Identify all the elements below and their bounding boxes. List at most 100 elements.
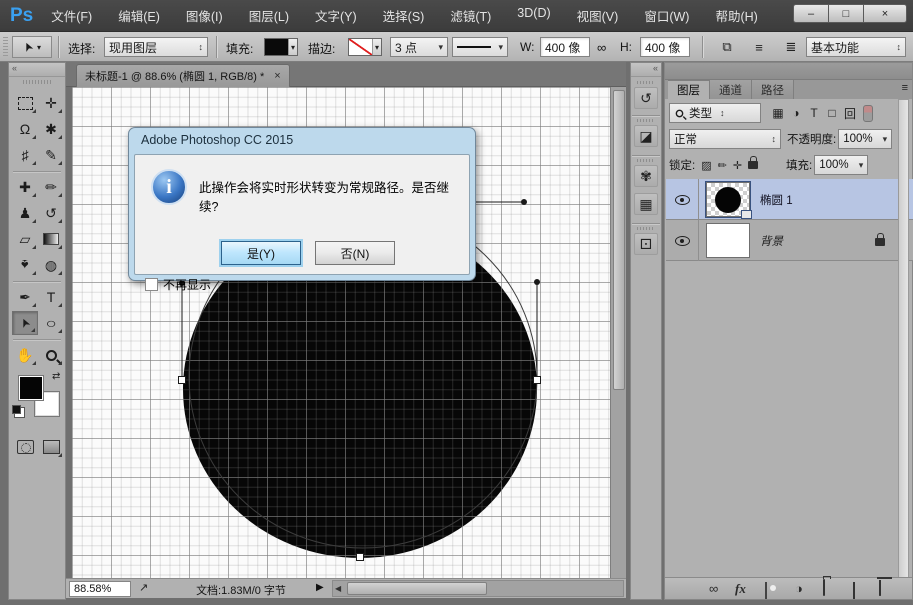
tool-gradient[interactable] <box>38 227 64 251</box>
maximize-button[interactable]: □ <box>828 4 863 23</box>
status-expand-icon[interactable]: ▶ <box>316 582 324 593</box>
zoom-level-input[interactable]: 88.58% <box>69 581 131 597</box>
layer-style-icon[interactable]: fx <box>735 581 746 597</box>
tool-clone-stamp[interactable]: ♟ <box>12 201 38 225</box>
filter-adjustment-layers-button[interactable]: ◑ <box>787 106 805 120</box>
workspace-switcher[interactable]: 基本功能↕ <box>806 37 906 57</box>
scroll-left-icon[interactable]: ◀ <box>335 584 341 593</box>
menu-select[interactable]: 选择(S) <box>383 6 425 25</box>
tool-eraser[interactable]: ▱ <box>12 227 38 251</box>
vertical-scrollbar-thumb[interactable] <box>613 90 625 390</box>
opacity-input[interactable]: 100%▾ <box>838 129 892 149</box>
new-layer-icon[interactable] <box>853 583 855 598</box>
menu-edit[interactable]: 编辑(E) <box>118 6 160 25</box>
delete-layer-icon[interactable] <box>879 580 881 595</box>
tool-history-brush[interactable]: ↺ <box>38 201 64 225</box>
stroke-width-combo[interactable]: 3 点▾ <box>390 37 448 57</box>
minimize-button[interactable]: – <box>793 4 828 23</box>
lock-paint-icon[interactable]: ✏ <box>718 159 727 172</box>
layer-thumbnail[interactable] <box>706 223 750 258</box>
link-dimensions-icon[interactable]: ∞ <box>597 40 606 55</box>
new-group-icon[interactable] <box>823 580 825 595</box>
link-layers-icon[interactable]: ∞ <box>709 581 718 596</box>
document-tab[interactable]: 未标题-1 @ 88.6% (椭圆 1, RGB/8) * × <box>76 64 290 87</box>
filter-kind-dropdown[interactable]: 类型↕ <box>669 103 761 123</box>
panel-scrollbar[interactable] <box>898 99 909 579</box>
tool-preset-button[interactable]: ➤▾ <box>12 36 52 58</box>
tool-lasso[interactable]: Ω <box>12 117 38 141</box>
swap-colors-icon[interactable]: ⇄ <box>52 371 60 382</box>
visibility-toggle[interactable] <box>666 179 699 220</box>
anchor-point-right[interactable] <box>534 377 541 384</box>
tool-hand[interactable]: ✋ <box>12 343 38 367</box>
stroke-style-combo[interactable]: ▾ <box>452 37 508 57</box>
vertical-scrollbar[interactable] <box>610 87 626 578</box>
tool-blur[interactable]: ♠ <box>12 253 38 277</box>
menu-layer[interactable]: 图层(L) <box>249 6 289 25</box>
path-operations-button[interactable]: ⧉ <box>714 37 740 57</box>
tool-crop[interactable]: ♯ <box>12 143 38 167</box>
shape-width-input[interactable]: 400 像 <box>540 37 590 57</box>
tool-eyedropper[interactable]: ✎ <box>38 143 64 167</box>
visibility-toggle[interactable] <box>666 220 699 261</box>
tool-ellipse-shape[interactable]: ○ <box>38 311 64 335</box>
default-colors-icon[interactable] <box>12 405 21 414</box>
tool-dodge[interactable]: ◍ <box>38 253 64 277</box>
tool-magic-wand[interactable]: ✱ <box>38 117 64 141</box>
export-icon[interactable]: ↗ <box>139 581 148 594</box>
stroke-swatch[interactable]: ▾ <box>348 38 382 56</box>
panel-menu-icon[interactable]: ≡ <box>902 82 908 94</box>
blend-mode-dropdown[interactable]: 正常↕ <box>669 129 781 149</box>
tool-marquee[interactable] <box>12 91 38 115</box>
dont-show-checkbox[interactable] <box>145 278 158 291</box>
menu-help[interactable]: 帮助(H) <box>715 6 757 25</box>
path-arrangement-button[interactable]: ≣ <box>778 37 804 57</box>
history-panel-button[interactable]: ↺ <box>634 87 658 109</box>
swatches-panel-button[interactable]: ▦ <box>634 193 658 215</box>
quick-mask-button[interactable] <box>12 435 38 459</box>
filter-smart-objects-button[interactable]: 回 <box>841 105 859 122</box>
filter-type-layers-button[interactable]: T <box>805 106 823 120</box>
menu-file[interactable]: 文件(F) <box>51 6 92 25</box>
tool-move[interactable]: ✛ <box>38 91 64 115</box>
libraries-panel-button[interactable]: ⚀ <box>634 233 658 255</box>
adjustment-layer-icon[interactable]: ◑ <box>795 581 803 596</box>
tool-pen[interactable]: ✒ <box>12 285 38 309</box>
collapse-icon[interactable]: « <box>653 63 658 73</box>
foreground-color-swatch[interactable] <box>18 375 44 401</box>
lock-position-icon[interactable]: ✛ <box>733 159 742 172</box>
collapse-icon[interactable]: « <box>12 63 17 73</box>
path-alignment-button[interactable]: ≡ <box>746 37 772 57</box>
anchor-point-left[interactable] <box>179 377 186 384</box>
lock-transparency-icon[interactable]: ▨ <box>701 159 711 172</box>
tab-paths[interactable]: 路径 <box>752 80 794 99</box>
menu-image[interactable]: 图像(I) <box>186 6 223 25</box>
anchor-point-bottom[interactable] <box>357 554 364 561</box>
filter-toggle[interactable] <box>863 105 873 122</box>
filter-pixel-layers-button[interactable]: ▦ <box>769 106 787 120</box>
horizontal-scrollbar[interactable]: ◀ <box>332 580 624 597</box>
tool-type[interactable]: T <box>38 285 64 309</box>
close-button[interactable]: × <box>863 4 907 23</box>
tool-healing-brush[interactable]: ✚ <box>12 175 38 199</box>
handle-point[interactable] <box>521 199 527 205</box>
fill-opacity-input[interactable]: 100%▾ <box>814 155 868 175</box>
tool-zoom[interactable] <box>38 343 64 367</box>
tab-close-icon[interactable]: × <box>274 70 280 82</box>
tab-layers[interactable]: 图层 <box>668 80 710 99</box>
yes-button[interactable]: 是(Y) <box>221 241 301 265</box>
layer-row-background[interactable]: 背景 <box>666 220 913 261</box>
menu-type[interactable]: 文字(Y) <box>315 6 357 25</box>
layer-thumbnail[interactable] <box>706 182 750 217</box>
filter-shape-layers-button[interactable]: □ <box>823 106 841 120</box>
tool-brush[interactable]: ✏ <box>38 175 64 199</box>
lock-all-icon[interactable] <box>748 161 758 169</box>
horizontal-scrollbar-thumb[interactable] <box>347 582 487 595</box>
tool-path-selection[interactable]: ➤ <box>12 311 38 335</box>
fill-swatch[interactable]: ▾ <box>264 38 298 56</box>
select-mode-dropdown[interactable]: 现用图层↕ <box>104 37 208 57</box>
layer-row-ellipse[interactable]: 椭圆 1 <box>666 179 913 220</box>
color-panel-button[interactable]: ✾ <box>634 165 658 187</box>
menu-filter[interactable]: 滤镜(T) <box>450 6 491 25</box>
menu-3d[interactable]: 3D(D) <box>517 6 550 25</box>
